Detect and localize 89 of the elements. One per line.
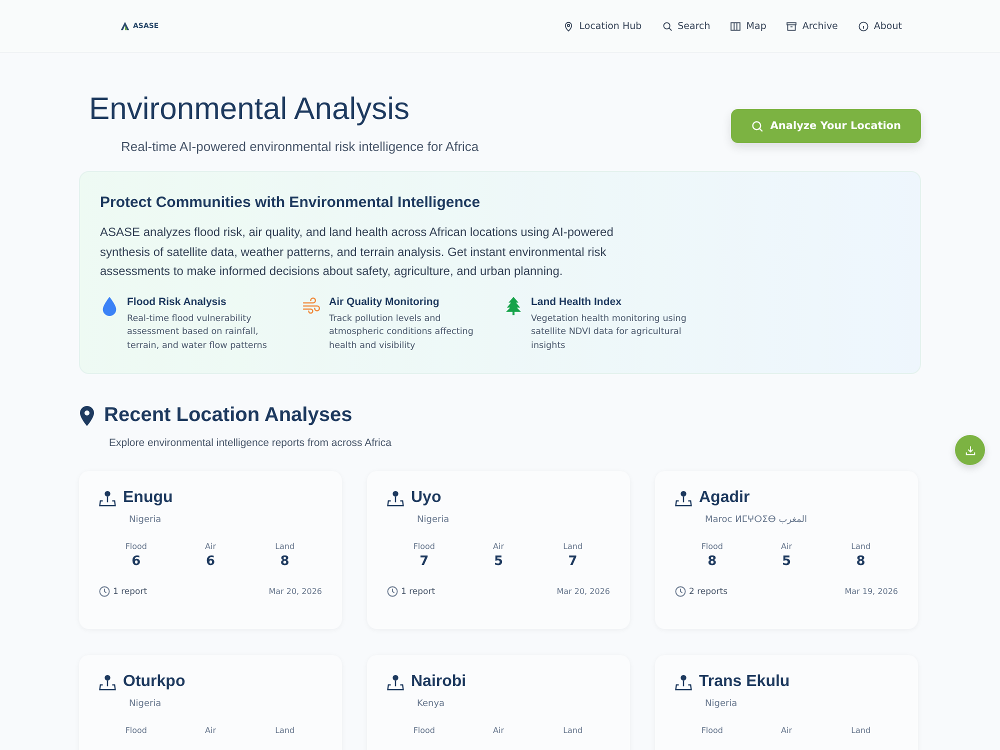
score-value: 8 [708,554,717,569]
report-date: Mar 19, 2026 [844,587,898,596]
score-value: 6 [132,554,141,569]
clock-icon [387,586,398,597]
report-count: 2 reports [689,586,728,596]
clock-icon [99,586,110,597]
person-pin-icon [675,490,692,506]
search-icon [662,20,673,32]
score-label: Air [493,542,504,551]
score-label: Air [781,542,792,551]
intro-text: ASASE analyzes flood risk, air quality, and land health across African locations using AI-powered synthesis of satellite data, weather patterns, and terrain analysis. Get instant environmental risk assessments to make informed decisions about safety, agriculture, and urban planning. [100,224,614,280]
location-card[interactable]: Nairobi Kenya Flood Air Land [367,655,630,750]
score-label: Flood [701,542,724,551]
score-value: 8 [856,554,866,569]
person-pin-icon [99,490,116,506]
score-label: Land [851,542,871,551]
score-value: 7 [568,554,578,569]
clock-icon [675,586,686,597]
section-title: Recent Location Analyses [104,404,352,427]
feature-description: Track pollution levels and atmospheric conditions affecting health and visibility [329,312,474,352]
score-label: Land [275,542,295,551]
page-title: Environmental Analysis [89,91,410,127]
wind-icon [302,296,321,316]
report-date: Mar 20, 2026 [268,587,322,596]
score-value: 7 [420,554,429,569]
location-card[interactable]: Enugu Nigeria Flood 6 Air 6 Land 8 1 report Mar 20, 2026 [79,471,342,629]
person-pin-icon [387,674,404,690]
nav-link[interactable]: Archive [786,20,838,32]
feature-title: Air Quality Monitoring [329,296,440,308]
score-label: Flood [413,542,436,551]
person-pin-icon [387,490,404,506]
score-label: Flood [125,542,148,551]
score-label: Land [563,542,583,551]
person-pin-icon [675,674,692,690]
city-name: Oturkpo [123,673,186,691]
score-value: 5 [782,554,792,569]
section-subtitle: Explore environmental intelligence reports from across Africa [109,437,392,449]
score-label: Land [563,726,583,735]
score-label: Air [781,726,792,735]
city-name: Trans Ekulu [699,673,790,691]
intro-title: Protect Communities with Environmental Intelligence [100,194,482,211]
location-card[interactable]: Oturkpo Nigeria Flood Air Land [79,655,342,750]
country-name: Nigeria [129,515,162,525]
country-name: Nigeria [129,699,162,709]
country-name: Nigeria [705,699,738,709]
feature-title: Flood Risk Analysis [127,296,228,308]
person-pin-icon [99,674,116,690]
map-icon [730,20,742,32]
report-count: 1 report [401,586,436,596]
score-label: Air [205,542,216,551]
nav-link[interactable]: Location Hub [563,20,642,32]
info-icon [858,20,869,32]
location-card[interactable]: Uyo Nigeria Flood 7 Air 5 Land 7 1 report Mar 20, 2026 [367,471,630,629]
nav-link[interactable]: Search [662,20,710,32]
tree-icon [504,296,523,316]
report-date: Mar 20, 2026 [556,587,610,596]
feature-description: Vegetation health monitoring using satellite NDVI data for agricultural insights [531,312,688,352]
location-pin-icon [79,406,95,426]
feature-title: Land Health Index [531,296,622,308]
water-drop-icon [100,296,119,316]
score-label: Flood [701,726,724,735]
city-name: Agadir [699,489,750,507]
score-label: Flood [125,726,148,735]
score-label: Air [493,726,504,735]
archive-box-icon [786,20,798,32]
nav-link[interactable]: About [858,20,902,32]
score-label: Flood [413,726,436,735]
score-value: 5 [494,554,504,569]
city-name: Nairobi [411,673,466,691]
location-pin-icon [563,20,574,32]
country-name: Nigeria [417,515,450,525]
city-name: Uyo [411,489,442,507]
score-label: Land [275,726,295,735]
page-subtitle: Real-time AI-powered environmental risk intelligence for Africa [121,139,479,154]
city-name: Enugu [123,489,173,507]
report-count: 1 report [113,586,148,596]
country-name: Maroc ⵍⵎⵖⵔⵉⴱ المغرب [705,515,808,525]
country-name: Kenya [417,699,446,709]
nav-link[interactable]: Map [730,20,766,32]
location-card[interactable]: Trans Ekulu Nigeria Flood Air Land [655,655,918,750]
score-value: 6 [206,554,216,569]
search-icon [751,120,764,132]
score-value: 8 [280,554,290,569]
logo-icon [120,21,130,31]
score-label: Air [205,726,216,735]
score-label: Land [851,726,871,735]
feature-description: Real-time flood vulnerability assessment based on rainfall, terrain, and water flow patterns [127,312,268,352]
download-button[interactable] [955,435,985,465]
download-icon [964,444,976,456]
